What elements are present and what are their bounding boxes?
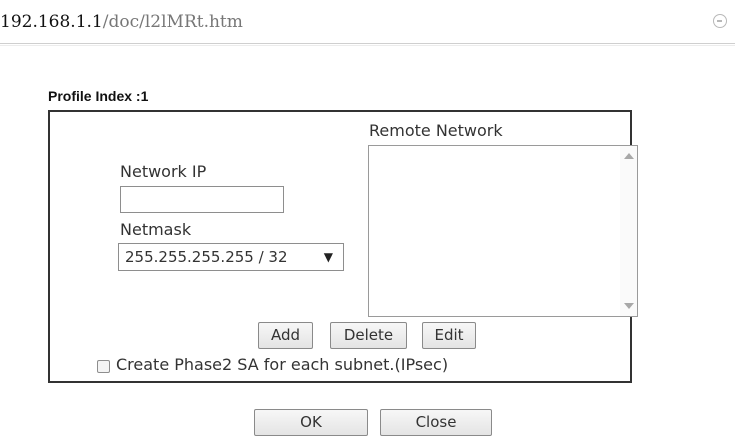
address-bar-divider-shadow bbox=[0, 45, 735, 46]
add-button[interactable]: Add bbox=[258, 322, 313, 349]
reload-icon[interactable] bbox=[713, 14, 727, 28]
network-ip-input[interactable] bbox=[120, 186, 284, 213]
remote-network-label: Remote Network bbox=[369, 121, 503, 140]
ok-button[interactable]: OK bbox=[254, 409, 368, 436]
url-path: /doc/l2lMRt.htm bbox=[102, 12, 243, 32]
address-bar-divider bbox=[0, 43, 735, 44]
netmask-select[interactable]: 255.255.255.255 / 32 ▼ bbox=[118, 243, 344, 271]
remote-network-listbox[interactable] bbox=[368, 145, 638, 317]
network-ip-label: Network IP bbox=[120, 162, 207, 181]
listbox-scrollbar[interactable] bbox=[620, 146, 637, 316]
edit-button[interactable]: Edit bbox=[422, 322, 476, 349]
scroll-up-icon[interactable] bbox=[624, 153, 634, 159]
netmask-label: Netmask bbox=[120, 220, 192, 239]
url-host: 192.168.1.1 bbox=[0, 12, 103, 32]
phase2-checkbox[interactable] bbox=[97, 360, 110, 373]
delete-button[interactable]: Delete bbox=[330, 322, 407, 349]
dropdown-arrow-icon: ▼ bbox=[323, 250, 333, 264]
close-button[interactable]: Close bbox=[380, 409, 492, 436]
netmask-selected-value: 255.255.255.255 / 32 bbox=[125, 248, 288, 266]
address-bar[interactable]: 192.168.1.1/doc/l2lMRt.htm bbox=[0, 0, 735, 46]
profile-index-label: Profile Index :1 bbox=[48, 88, 149, 104]
scroll-down-icon[interactable] bbox=[624, 303, 634, 309]
url-text[interactable]: 192.168.1.1/doc/l2lMRt.htm bbox=[0, 12, 243, 32]
phase2-checkbox-label: Create Phase2 SA for each subnet.(IPsec) bbox=[116, 355, 449, 374]
